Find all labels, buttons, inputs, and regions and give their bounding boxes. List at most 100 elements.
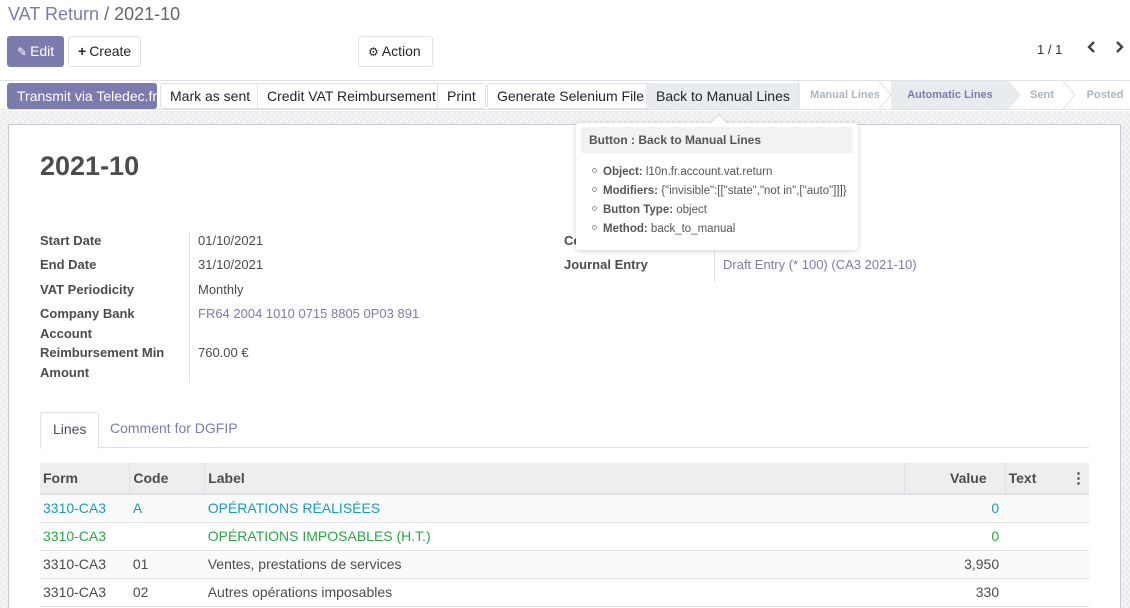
cell-value: 0 (904, 494, 1006, 523)
column-header-code[interactable]: Code (129, 463, 205, 495)
back-to-manual-label: Back to Manual Lines (656, 88, 790, 104)
cell-form: 3310-CA3 (40, 578, 130, 607)
cell-label: OPÉRATIONS RÉALISÉES (204, 494, 905, 523)
stage-arrow (1063, 81, 1075, 109)
journal-entry-label: Journal Entry (564, 257, 648, 272)
stage-sent[interactable]: Sent (1021, 81, 1063, 109)
action-button-label: Action (381, 43, 421, 59)
tab-lines[interactable]: Lines (40, 412, 100, 449)
table-row[interactable]: 3310-CA3 02 Autres opérations imposables… (40, 578, 1089, 607)
gear-icon: ⚙ (368, 45, 379, 59)
stage-arrow (879, 81, 891, 109)
breadcrumb-current: 2021-10 (114, 4, 181, 24)
cell-code: A (129, 494, 205, 523)
back-to-manual-lines-button[interactable]: Back to Manual Lines (646, 83, 800, 109)
stage-manual-lines[interactable]: Manual Lines (799, 81, 891, 109)
tooltip-item-method: Method: back_to_manual (592, 220, 847, 239)
table-header-row: Form Code Label Value Text ⋮ (40, 463, 1089, 495)
breadcrumb-parent-link[interactable]: VAT Return (8, 4, 99, 24)
tooltip-key: Object: (603, 166, 643, 178)
tooltip-value: object (676, 204, 707, 216)
circle-bullet-icon (592, 187, 597, 193)
journal-entry-link[interactable]: Draft Entry (* 100) (CA3 2021-10) (723, 255, 917, 275)
edit-button-label: Edit (30, 43, 55, 59)
cell-text (1005, 550, 1068, 579)
table-row[interactable]: 3310-CA3 A OPÉRATIONS RÉALISÉES 0 (40, 494, 1089, 523)
edit-button[interactable]: ✎ Edit (7, 36, 65, 67)
generate-selenium-label: Generate Selenium File (497, 88, 645, 104)
column-header-label[interactable]: Label (204, 463, 905, 495)
tooltip-item-object: Object: l10n.fr.account.vat.return (592, 163, 847, 182)
tooltip-details: Object: l10n.fr.account.vat.return Modif… (592, 163, 847, 239)
vat-periodicity-value: Monthly (198, 282, 244, 297)
pager-value[interactable]: 1 / 1 (1037, 42, 1062, 57)
transmit-teledec-button[interactable]: Transmit via Teledec.fr (7, 83, 157, 109)
cell-empty (1067, 578, 1089, 607)
label-line: Account (40, 325, 92, 341)
tooltip-key: Button Type: (603, 204, 674, 216)
credit-vat-reimbursement-button[interactable]: Credit VAT Reimbursement (257, 83, 446, 109)
lines-table: Form Code Label Value Text ⋮ 3310-CA3 A … (40, 463, 1089, 607)
cell-text (1005, 578, 1068, 607)
status-stages: Manual Lines Automatic Lines Sent Posted (798, 81, 1130, 109)
create-button[interactable]: + Create (68, 36, 142, 67)
form-statusbar: Transmit via Teledec.fr Mark as sent Cre… (0, 80, 1130, 110)
start-date-label: Start Date (40, 233, 102, 248)
circle-bullet-icon (592, 225, 597, 231)
column-header-value[interactable]: Value (903, 463, 1006, 495)
action-dropdown-button[interactable]: ⚙ Action (358, 36, 433, 67)
reimbursement-min-amount-label: Reimbursement Min Amount (40, 343, 164, 382)
chevron-right-icon (1116, 41, 1124, 53)
cell-value: 0 (904, 522, 1006, 551)
cell-value: 330 (904, 578, 1006, 607)
reimbursement-min-amount-value: 760.00 € (198, 345, 249, 360)
stage-label: Sent (1030, 89, 1054, 101)
label-line: Reimbursement Min (40, 345, 165, 360)
cell-value: 3,950 (904, 550, 1006, 579)
stage-arrow (1009, 81, 1021, 109)
plus-icon: + (78, 43, 87, 59)
tooltip-key: Modifiers: (603, 185, 658, 197)
start-date-value: 01/10/2021 (198, 233, 264, 248)
table-row[interactable]: 3310-CA3 OPÉRATIONS IMPOSABLES (H.T.) 0 (40, 522, 1089, 551)
pencil-icon: ✎ (17, 45, 28, 59)
tooltip-arrow (711, 115, 727, 123)
print-label: Print (447, 88, 476, 104)
pager-next-button[interactable] (1110, 39, 1128, 61)
record-title: 2021-10 (40, 151, 140, 181)
circle-bullet-icon (592, 206, 597, 212)
stage-automatic-lines: Automatic Lines (891, 81, 1009, 109)
pager-previous-button[interactable] (1083, 39, 1101, 61)
notebook-tabs: Lines Comment for DGFIP (40, 412, 1089, 449)
table-row[interactable]: 3310-CA3 01 Ventes, prestations de servi… (40, 550, 1089, 579)
mark-as-sent-button[interactable]: Mark as sent (160, 83, 261, 109)
end-date-value: 31/10/2021 (198, 257, 264, 272)
button-debug-tooltip: Button : Back to Manual Lines Object: l1… (576, 123, 858, 250)
optional-columns-toggle[interactable]: ⋮ (1067, 463, 1089, 495)
chevron-left-icon (1087, 41, 1095, 53)
cell-form: 3310-CA3 (40, 550, 130, 579)
tab-label: Lines (53, 421, 87, 437)
field-separator (189, 232, 190, 383)
tooltip-value: {"invisible":[["state","not in",["auto"]… (661, 185, 847, 197)
tab-comment-for-dgfip[interactable]: Comment for DGFIP (98, 412, 250, 448)
cell-text (1005, 494, 1068, 523)
print-button[interactable]: Print (437, 83, 486, 109)
create-button-label: Create (89, 43, 132, 59)
cell-code (129, 522, 205, 551)
tooltip-key: Method: (603, 223, 648, 235)
stage-posted[interactable]: Posted (1079, 81, 1130, 109)
cell-empty (1067, 550, 1089, 579)
column-header-form[interactable]: Form (40, 463, 130, 495)
tooltip-title: Button : Back to Manual Lines (581, 127, 853, 153)
tooltip-item-modifiers: Modifiers: {"invisible":[["state","not i… (592, 182, 847, 201)
column-header-text[interactable]: Text (1004, 463, 1068, 495)
company-bank-account-link[interactable]: FR64 2004 1010 0715 8805 0P03 891 (198, 304, 419, 324)
cell-form: 3310-CA3 (40, 494, 130, 523)
cell-label: Autres opérations imposables (204, 578, 905, 607)
label-line: Company Bank (40, 306, 135, 321)
generate-selenium-file-button[interactable]: Generate Selenium File (487, 83, 655, 109)
tooltip-value: l10n.fr.account.vat.return (645, 166, 773, 178)
tab-label: Comment for DGFIP (110, 420, 238, 436)
control-panel: VAT Return / 2021-10 ✎ Edit + Create ⚙ Acti… (0, 0, 1130, 80)
